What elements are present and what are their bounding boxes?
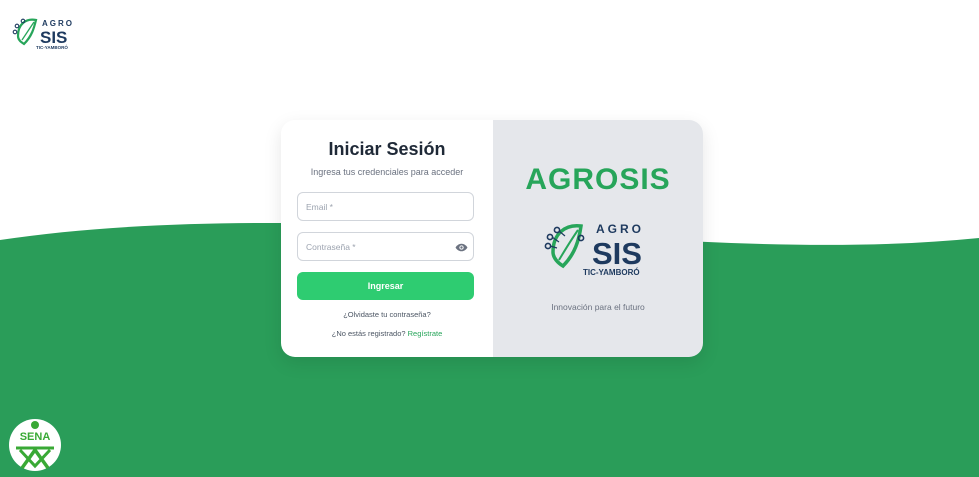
sena-logo-icon: SENA: [9, 419, 61, 471]
svg-text:AGRO: AGRO: [596, 222, 644, 236]
svg-text:SIS: SIS: [592, 236, 642, 271]
forgot-password-link[interactable]: ¿Olvidaste tu contraseña?: [281, 310, 493, 319]
svg-text:TIC-YAMBORÓ: TIC-YAMBORÓ: [583, 268, 640, 277]
agrosis-big-logo-icon: AGRO SIS TIC-YAMBORÓ: [544, 222, 644, 277]
email-input[interactable]: [306, 193, 456, 220]
register-link[interactable]: Regístrate: [408, 329, 443, 338]
register-line: ¿No estás registrado? Regístrate: [281, 329, 493, 338]
register-prompt: ¿No estás registrado?: [331, 329, 406, 338]
login-subtitle: Ingresa tus credenciales para acceder: [310, 167, 464, 177]
svg-text:TIC-YAMBORÓ: TIC-YAMBORÓ: [36, 43, 68, 50]
password-input[interactable]: [306, 233, 456, 260]
eye-icon[interactable]: [455, 241, 468, 254]
login-card: Iniciar Sesión Ingresa tus credenciales …: [281, 120, 703, 357]
email-field[interactable]: [297, 192, 474, 221]
login-form-panel: Iniciar Sesión Ingresa tus credenciales …: [281, 120, 493, 357]
login-title: Iniciar Sesión: [328, 139, 446, 159]
login-button[interactable]: Ingresar: [297, 272, 474, 300]
svg-text:SENA: SENA: [20, 431, 51, 443]
agrosis-logo-icon[interactable]: AGRO SIS TIC-YAMBORÓ: [12, 14, 80, 52]
brand-panel: AGROSIS AGRO SIS TIC-YAMBORÓ Innovación …: [493, 120, 703, 357]
password-field[interactable]: [297, 232, 474, 261]
svg-text:AGRO: AGRO: [42, 19, 74, 28]
brand-title: AGROSIS: [525, 163, 671, 196]
brand-tagline: Innovación para el futuro: [551, 302, 645, 312]
